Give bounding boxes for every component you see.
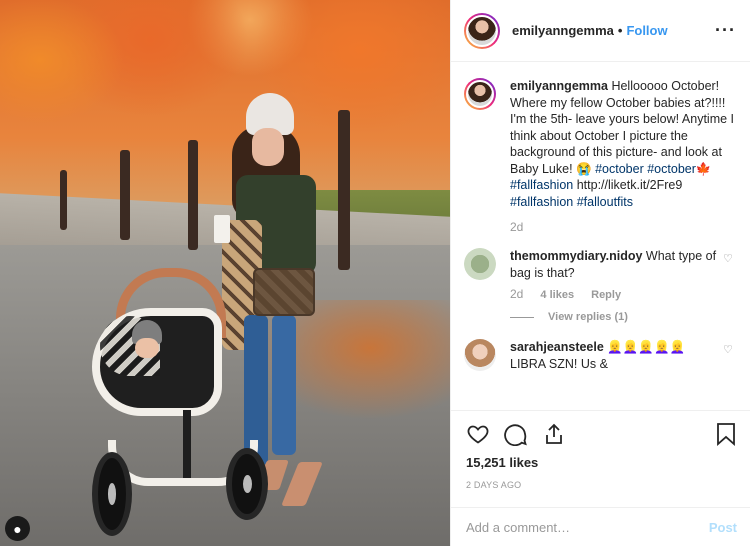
add-comment-input[interactable]: [466, 519, 709, 535]
maple-leaf-emoji: 🍁: [695, 161, 712, 176]
stroller-wheel-left: [92, 452, 132, 536]
hashtag-link[interactable]: #falloutfits: [577, 195, 633, 209]
comment-time: 2d: [510, 287, 524, 301]
reply-button[interactable]: Reply: [591, 289, 621, 301]
divider: [510, 316, 534, 318]
user-tag-icon[interactable]: ●: [5, 516, 30, 541]
header-username[interactable]: emilyanngemma: [512, 23, 614, 38]
follow-button[interactable]: Follow: [626, 23, 667, 38]
comment-like-icon[interactable]: ♡: [723, 343, 737, 372]
tree-trunk: [188, 140, 198, 250]
post-timestamp: 2 DAYS AGO: [466, 480, 522, 490]
tree-trunk: [338, 110, 350, 270]
caption-time: 2d: [510, 220, 524, 234]
likes-count[interactable]: 15,251 likes: [466, 455, 737, 470]
hashtag-link[interactable]: #october: [595, 162, 644, 176]
hashtag-link[interactable]: #fallfashion: [510, 178, 573, 192]
avatar[interactable]: [464, 12, 500, 49]
comment-username[interactable]: sarahjeansteele: [510, 340, 604, 354]
add-comment-bar: Post: [451, 507, 750, 546]
post-side-panel: emilyanngemma • Follow ··· emilyanngemma…: [450, 0, 750, 546]
comment-item: themommydiary.nidoy What type of bag is …: [464, 248, 737, 281]
bookmark-icon[interactable]: [715, 422, 737, 446]
comments-list[interactable]: emilyanngemma Hellooooo October! Where m…: [451, 62, 750, 410]
view-replies-button[interactable]: View replies (1): [510, 311, 737, 323]
caption: emilyanngemma Hellooooo October! Where m…: [464, 78, 737, 210]
tree-trunk: [120, 150, 130, 240]
post-header: emilyanngemma • Follow ···: [451, 0, 750, 62]
separator-dot: •: [617, 23, 623, 38]
post-photo[interactable]: ●: [0, 0, 450, 546]
hashtag-link[interactable]: #october: [647, 162, 696, 176]
post-button[interactable]: Post: [709, 520, 737, 535]
hashtag-link[interactable]: #fallfashion: [510, 195, 573, 209]
caption-username[interactable]: emilyanngemma: [510, 79, 608, 93]
post-actions: 15,251 likes 2 DAYS AGO: [451, 410, 750, 490]
action-icons: [466, 411, 737, 457]
view-replies-label: View replies (1): [548, 311, 628, 323]
crying-emoji: 😭: [576, 161, 592, 176]
tree-trunk: [60, 170, 67, 230]
comment-username[interactable]: themommydiary.nidoy: [510, 249, 642, 263]
comment-likes[interactable]: 4 likes: [540, 289, 574, 301]
baby-face: [135, 338, 159, 358]
avatar[interactable]: [464, 339, 496, 371]
comment-meta: 2d 4 likes Reply: [510, 287, 737, 301]
comment-icon[interactable]: [504, 422, 528, 446]
caption-url: http://liketk.it/2Fre9: [576, 178, 683, 192]
share-icon[interactable]: [542, 422, 566, 446]
heart-icon[interactable]: [466, 422, 490, 446]
coffee-cup: [214, 215, 230, 243]
woman-face: [252, 128, 284, 166]
comment-item: sarahjeansteele 👱‍♀️👱‍♀️👱‍♀️👱‍♀️👱‍♀️ LIB…: [464, 339, 737, 372]
stroller-wheel-right: [226, 448, 268, 520]
avatar[interactable]: [464, 78, 496, 110]
jeans-right-leg: [272, 315, 296, 455]
comment-like-icon[interactable]: ♡: [723, 252, 737, 281]
handbag: [253, 268, 315, 316]
more-options-icon[interactable]: ···: [715, 20, 736, 41]
avatar[interactable]: [464, 248, 496, 280]
